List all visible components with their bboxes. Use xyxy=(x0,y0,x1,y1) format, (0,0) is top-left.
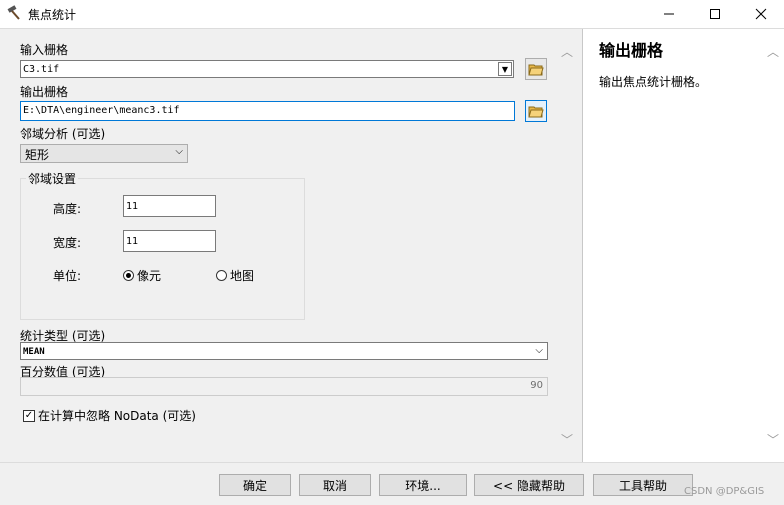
cancel-button[interactable]: 取消 xyxy=(299,474,371,496)
maximize-button[interactable] xyxy=(692,0,738,28)
neighborhood-label: 邻域分析 (可选) xyxy=(20,127,106,141)
watermark-text: CSDN @DP&GIS xyxy=(684,486,765,497)
units-label: 单位: xyxy=(53,269,82,283)
output-raster-label: 输出栅格 xyxy=(20,85,69,99)
height-value: 11 xyxy=(126,201,139,212)
input-raster-label: 输入栅格 xyxy=(20,43,69,57)
ignore-nodata-checkbox[interactable]: ✓ 在计算中忽略 NoData (可选) xyxy=(23,407,196,424)
input-raster-combo[interactable]: C3.tif xyxy=(20,60,514,78)
units-cell-label: 像元 xyxy=(137,269,162,283)
width-value: 11 xyxy=(126,236,139,247)
help-scroll-down-chevron-icon[interactable]: ﹀ xyxy=(767,431,779,448)
neighborhood-select[interactable]: 矩形 ⌵ xyxy=(20,144,188,163)
width-label: 宽度: xyxy=(53,236,82,250)
output-raster-input[interactable]: E:\DTA\engineer\meanc3.tif xyxy=(20,101,515,121)
percentile-value: 90 xyxy=(530,380,543,391)
tool-help-button[interactable]: 工具帮助 xyxy=(593,474,693,496)
chevron-down-icon: ⌵ xyxy=(175,146,183,157)
statistics-type-select[interactable]: MEAN ⌵ xyxy=(20,342,548,360)
hide-help-button[interactable]: << 隐藏帮助 xyxy=(474,474,584,496)
radio-selected-icon xyxy=(123,270,134,281)
units-map-label: 地图 xyxy=(230,269,255,283)
units-map-radio[interactable]: 地图 xyxy=(216,267,254,284)
help-pane: 输出栅格 输出焦点统计栅格。 ︿ ﹀ xyxy=(582,29,784,462)
help-text: 输出焦点统计栅格。 xyxy=(599,75,708,89)
environments-button[interactable]: 环境... xyxy=(379,474,467,496)
minimize-button[interactable] xyxy=(646,0,692,28)
button-bar: 确定 取消 环境... << 隐藏帮助 工具帮助 CSDN @DP&GIS xyxy=(0,462,784,505)
help-title: 输出栅格 xyxy=(599,41,664,60)
ok-button[interactable]: 确定 xyxy=(219,474,291,496)
ignore-nodata-label: 在计算中忽略 NoData (可选) xyxy=(38,409,196,423)
units-cell-radio[interactable]: 像元 xyxy=(123,267,161,284)
help-scroll-up-chevron-icon[interactable]: ︿ xyxy=(767,43,779,60)
height-label: 高度: xyxy=(53,202,82,216)
tool-hammer-icon xyxy=(6,5,22,21)
chevron-down-icon: ⌵ xyxy=(535,345,543,356)
output-raster-browse-folder-icon[interactable] xyxy=(525,100,547,122)
neighborhood-value: 矩形 xyxy=(25,148,50,162)
window-title: 焦点统计 xyxy=(28,8,77,22)
width-input[interactable]: 11 xyxy=(123,230,216,252)
scroll-up-chevron-icon[interactable]: ︿ xyxy=(561,43,573,60)
height-input[interactable]: 11 xyxy=(123,195,216,217)
input-raster-dropdown-icon[interactable]: ▼ xyxy=(498,62,512,76)
title-bar: 焦点统计 xyxy=(0,0,784,28)
radio-unselected-icon xyxy=(216,270,227,281)
output-raster-value: E:\DTA\engineer\meanc3.tif xyxy=(23,105,180,116)
scroll-down-chevron-icon[interactable]: ﹀ xyxy=(561,431,573,448)
percentile-input-disabled: 90 xyxy=(20,377,548,396)
close-button[interactable] xyxy=(738,0,784,28)
parameters-pane: 输入栅格 C3.tif ▼ 输出栅格 E:\DTA\engineer\meanc… xyxy=(0,29,580,462)
neighborhood-settings-legend: 邻域设置 xyxy=(26,170,79,187)
checkbox-checked-icon: ✓ xyxy=(23,409,35,422)
input-raster-browse-folder-icon[interactable] xyxy=(525,58,547,80)
input-raster-value: C3.tif xyxy=(23,64,60,75)
statistics-type-value: MEAN xyxy=(23,347,45,357)
